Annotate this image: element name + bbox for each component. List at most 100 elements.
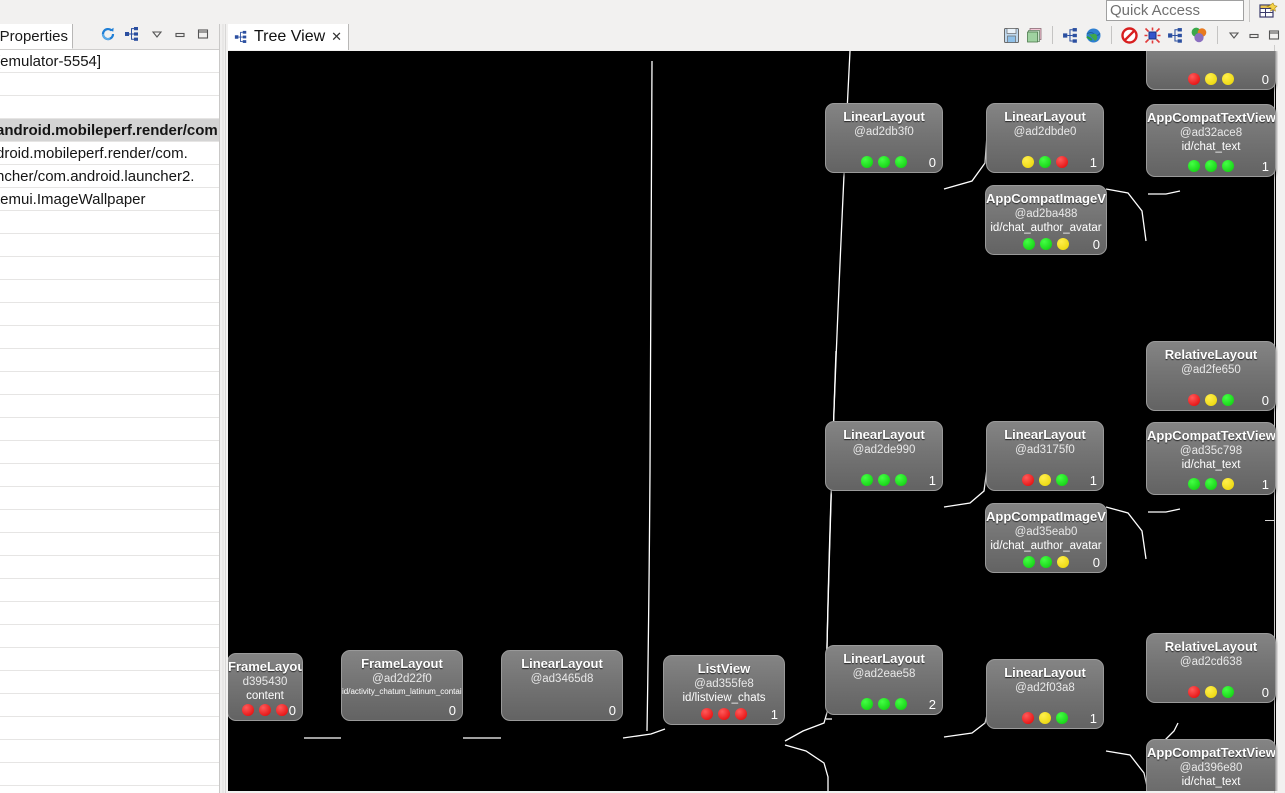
properties-row[interactable] (0, 717, 220, 740)
maximize-icon[interactable] (1267, 28, 1281, 42)
tree-node-dot (861, 156, 873, 168)
properties-row[interactable]: android.mobileperf.render/com (0, 119, 220, 142)
properties-row[interactable] (0, 648, 220, 671)
properties-row[interactable] (0, 73, 220, 96)
invalidate-icon[interactable] (1121, 26, 1138, 44)
properties-row[interactable] (0, 625, 220, 648)
properties-row[interactable] (0, 579, 220, 602)
capture-layers-icon[interactable] (1026, 27, 1043, 44)
tree-node-dot (1188, 686, 1200, 698)
properties-row[interactable] (0, 671, 220, 694)
tab-properties[interactable]: Properties (0, 24, 73, 49)
tree-node-dot (1222, 394, 1234, 406)
toolbar-separator (1217, 26, 1218, 44)
view-menu-icon[interactable] (150, 27, 164, 41)
properties-row[interactable] (0, 280, 220, 303)
tree-node[interactable]: LinearLayout @ad2db3f0 0 (825, 103, 943, 173)
tree-node-dot (1040, 556, 1052, 568)
properties-row[interactable]: temui.ImageWallpaper (0, 188, 220, 211)
tree-node[interactable]: FrameLayout @ad2d22f0 id/activity_chatum_l… (341, 650, 463, 721)
tree-node-dot (1022, 712, 1034, 724)
tree-hierarchy-icon[interactable] (124, 26, 140, 42)
properties-row[interactable] (0, 556, 220, 579)
properties-row[interactable] (0, 303, 220, 326)
tree-node[interactable]: FrameLayout d395430 content 0 (228, 653, 303, 721)
tree-node-count: 1 (770, 707, 778, 722)
tree-node[interactable]: LinearLayout @ad2de990 1 (825, 421, 943, 491)
quick-access-box[interactable]: Quick Access (1106, 0, 1244, 21)
tree-node[interactable]: LinearLayout @ad2f03a8 1 (986, 659, 1104, 729)
tree-node-indicator-dots (987, 156, 1103, 168)
tree-node[interactable]: LinearLayout @ad2dbde0 1 (986, 103, 1104, 173)
tree-node-hash: d395430 (242, 676, 288, 688)
properties-row[interactable] (0, 763, 220, 786)
properties-rows-container[interactable]: [emulator-5554] android.mobileperf.render… (0, 49, 220, 793)
properties-row[interactable] (0, 257, 220, 280)
tree-node[interactable]: AppCompatTextView @ad396e80 id/chat_text (1146, 739, 1276, 791)
tree-node-indicator-dots (826, 698, 942, 710)
tree-node[interactable]: LinearLayout @ad2eae58 2 (825, 645, 943, 715)
tree-node[interactable]: ListView @ad355fe8 id/listview_chats 1 (663, 655, 785, 725)
properties-row[interactable] (0, 441, 220, 464)
properties-row[interactable] (0, 326, 220, 349)
properties-row[interactable] (0, 395, 220, 418)
profile-node-icon[interactable] (1190, 26, 1208, 44)
properties-row-label: [emulator-5554] (0, 52, 102, 70)
tree-node[interactable]: AppCompatTextView @ad35c798 id/chat_text 1 (1146, 422, 1276, 495)
application-window: Quick Access Properties [emulator-5554] … (0, 0, 1285, 793)
tree-node-view-id: id/activity_chatum_latinum_container (342, 687, 463, 696)
display-tree-icon[interactable] (1062, 27, 1079, 44)
tree-node[interactable]: AppCompatImageView @ad2ba488 id/chat_autho… (985, 185, 1107, 255)
tree-node-dot (878, 474, 890, 486)
view-menu-icon[interactable] (1227, 28, 1241, 42)
tree-node[interactable]: AppCompatImageView @ad35eab0 id/chat_autho… (985, 503, 1107, 573)
properties-row[interactable] (0, 602, 220, 625)
tree-node-dot (276, 704, 288, 716)
properties-row[interactable]: ncher/com.android.launcher2. (0, 165, 220, 188)
minimize-icon[interactable] (1247, 28, 1261, 42)
tree-node-dot (1188, 394, 1200, 406)
tree-node-indicator-dots (986, 556, 1106, 568)
maximize-icon[interactable] (196, 27, 210, 41)
properties-row[interactable] (0, 533, 220, 556)
properties-row[interactable]: droid.mobileperf.render/com. (0, 142, 220, 165)
save-tree-icon[interactable] (1003, 27, 1020, 44)
tab-tree-view[interactable]: Tree View ✕ (228, 24, 350, 50)
minimize-icon[interactable] (173, 27, 187, 41)
open-perspective-icon[interactable] (1258, 1, 1278, 21)
tree-node-indicator-dots (664, 708, 784, 720)
panel-splitter-2[interactable] (222, 24, 224, 793)
tree-node-dot (1023, 238, 1035, 250)
tree-node-indicator-dots (826, 156, 942, 168)
tree-node[interactable]: RelativeLayout @ad2cd638 0 (1146, 633, 1276, 703)
tree-node[interactable]: RelativeLayout @ad2fe650 0 (1146, 341, 1276, 411)
tree-node[interactable]: AppCompatTextView @ad32ace8 id/chat_text 1 (1146, 104, 1276, 177)
load-view-hierarchy-icon[interactable] (1085, 27, 1102, 44)
dump-display-list-icon[interactable] (1167, 27, 1184, 44)
tree-node-dot (1057, 556, 1069, 568)
tree-node-indicator-dots (986, 238, 1106, 250)
refresh-icon[interactable] (100, 26, 116, 42)
tree-node[interactable]: @ad2e7d880 (1146, 51, 1276, 90)
tree-view-canvas[interactable]: FrameLayout d395430 content 0 FrameLayout @ad… (228, 51, 1278, 791)
properties-row[interactable] (0, 234, 220, 257)
tree-node[interactable]: LinearLayout @ad3175f0 1 (986, 421, 1104, 491)
properties-row[interactable] (0, 349, 220, 372)
tree-node-dot (1188, 73, 1200, 85)
tree-node-dot (1039, 156, 1051, 168)
tree-node-dot (1022, 474, 1034, 486)
properties-row[interactable] (0, 211, 220, 234)
properties-row[interactable] (0, 464, 220, 487)
tree-node[interactable]: LinearLayout @ad3465d8 0 (501, 650, 623, 721)
properties-row[interactable] (0, 96, 220, 119)
properties-row[interactable] (0, 487, 220, 510)
properties-row[interactable]: [emulator-5554] (0, 50, 220, 73)
properties-row[interactable] (0, 418, 220, 441)
request-layout-icon[interactable] (1144, 27, 1161, 44)
properties-row[interactable] (0, 510, 220, 533)
properties-row[interactable] (0, 372, 220, 395)
properties-row[interactable] (0, 694, 220, 717)
panel-splitter-1[interactable] (219, 24, 220, 793)
properties-row[interactable] (0, 740, 220, 763)
close-icon[interactable]: ✕ (331, 29, 342, 45)
